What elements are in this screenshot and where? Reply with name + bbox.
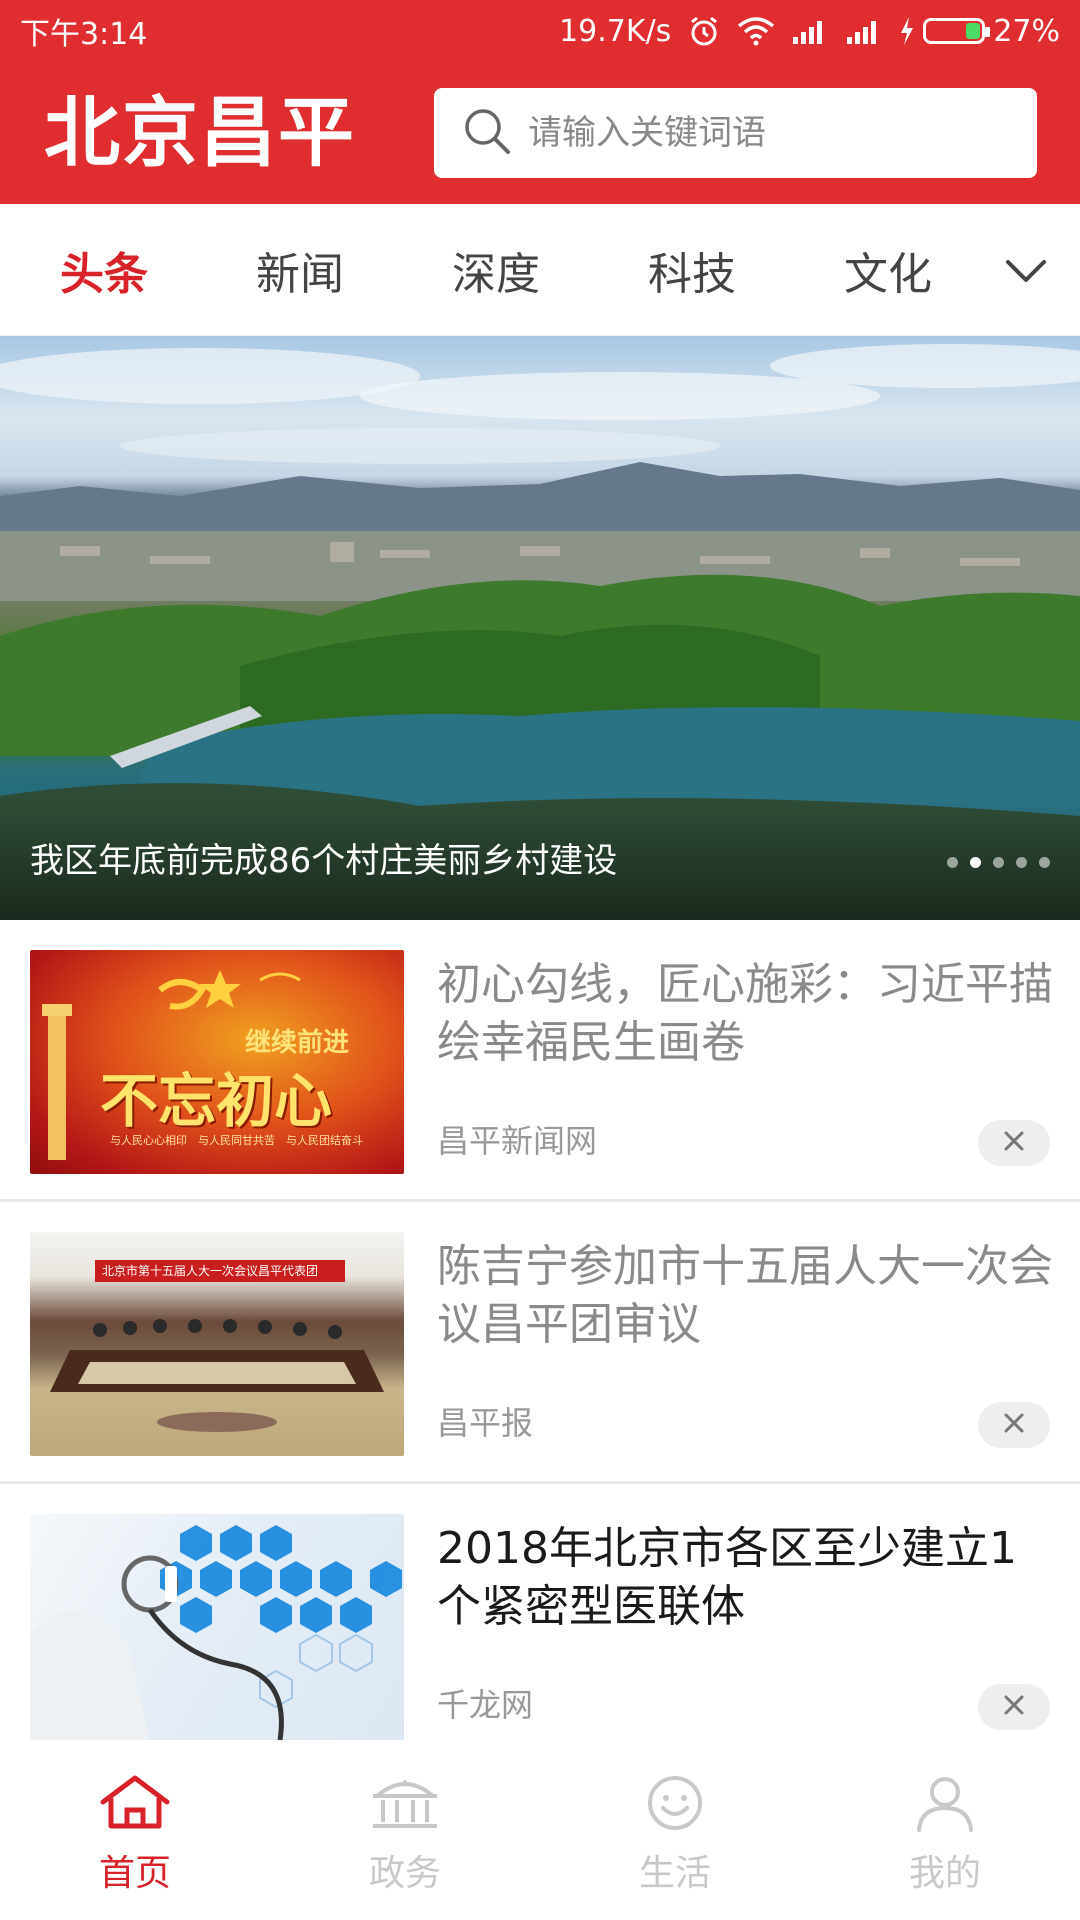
smile-icon [637, 1774, 713, 1836]
carousel-dot[interactable] [970, 857, 981, 868]
close-icon [1003, 1694, 1025, 1720]
carousel-dot[interactable] [947, 857, 958, 868]
news-title[interactable]: 陈吉宁参加市十五届人大一次会议昌平团审议 [437, 1238, 1057, 1354]
home-icon [97, 1774, 173, 1836]
nav-government[interactable]: 政务 [270, 1740, 540, 1920]
nav-me[interactable]: 我的 [810, 1740, 1080, 1920]
dismiss-button[interactable] [978, 1402, 1050, 1448]
category-tabs: 头条 新闻 深度 科技 文化 [0, 204, 1080, 336]
search-bar[interactable] [434, 88, 1037, 178]
news-item[interactable]: 2018年北京市各区至少建立1个紧密型医联体 千龙网 [0, 1484, 1080, 1740]
tab-depth[interactable]: 深度 [398, 238, 594, 302]
news-thumbnail: 继续前进 不忘初心 与人民心心相印 与人民同甘共苦 与人民团结奋斗 [30, 950, 404, 1174]
bottom-nav: 首页 政务 生活 我的 [0, 1740, 1080, 1920]
close-icon [1003, 1412, 1025, 1438]
app-header: 北京昌平 [0, 62, 1080, 204]
search-icon [462, 106, 512, 160]
nav-life[interactable]: 生活 [540, 1740, 810, 1920]
battery-level [966, 23, 981, 39]
banner-caption[interactable]: 我区年底前完成86个村庄美丽乡村建设 [30, 833, 617, 882]
nav-home[interactable]: 首页 [0, 1740, 270, 1920]
charging-icon [899, 16, 915, 46]
nav-label: 生活 [638, 1853, 711, 1894]
government-icon [367, 1774, 443, 1836]
status-bar: 下午3:14 19.7K/s 27% [0, 0, 1080, 62]
news-title[interactable]: 初心勾线，匠心施彩：习近平描绘幸福民生画卷 [437, 956, 1057, 1072]
thumb-caption-main: 不忘初心 [100, 1067, 333, 1135]
thumb-caption-small: 与人民心心相印 与人民同甘共苦 与人民团结奋斗 [110, 1134, 363, 1147]
tab-news[interactable]: 新闻 [202, 238, 398, 302]
chevron-down-icon[interactable] [1002, 246, 1050, 294]
network-speed: 19.7K/s [559, 13, 672, 49]
alarm-icon [687, 14, 721, 48]
user-icon [907, 1774, 983, 1836]
nav-label: 我的 [908, 1853, 981, 1894]
dismiss-button[interactable] [978, 1684, 1050, 1730]
tab-headlines[interactable]: 头条 [6, 238, 202, 302]
news-thumbnail [30, 1514, 404, 1740]
battery-icon [923, 18, 991, 44]
news-source: 昌平报 [437, 1404, 534, 1442]
tab-tech[interactable]: 科技 [594, 238, 790, 302]
news-title[interactable]: 2018年北京市各区至少建立1个紧密型医联体 [437, 1520, 1057, 1636]
news-item[interactable]: 继续前进 不忘初心 与人民心心相印 与人民同甘共苦 与人民团结奋斗 初心勾线，匠… [0, 920, 1080, 1202]
nav-label: 首页 [98, 1853, 171, 1894]
news-item[interactable]: 北京市第十五届人大一次会议昌平代表团 陈吉宁参加市十五届人大一次会议昌平团审议 … [0, 1202, 1080, 1484]
carousel-dot[interactable] [1039, 857, 1050, 868]
signal-icon [791, 17, 829, 45]
wifi-icon [737, 16, 775, 46]
banner-carousel[interactable]: 我区年底前完成86个村庄美丽乡村建设 [0, 336, 1080, 920]
status-right: 19.7K/s 27% [559, 14, 1060, 49]
news-source: 千龙网 [437, 1686, 534, 1724]
nav-label: 政务 [368, 1853, 441, 1894]
news-thumbnail: 北京市第十五届人大一次会议昌平代表团 [30, 1232, 404, 1456]
tab-culture[interactable]: 文化 [790, 238, 986, 302]
battery-indicator: 27% [899, 14, 1060, 49]
search-input[interactable] [528, 113, 1009, 153]
signal-icon [845, 17, 883, 45]
status-left: 下午3:14 [20, 9, 147, 53]
carousel-dot[interactable] [993, 857, 1004, 868]
status-time: 下午3:14 [20, 17, 148, 52]
battery-percent: 27% [993, 13, 1060, 49]
app-logo: 北京昌平 [44, 88, 356, 177]
carousel-dot[interactable] [1016, 857, 1027, 868]
news-source: 昌平新闻网 [437, 1122, 598, 1160]
close-icon [1003, 1130, 1025, 1156]
carousel-indicator [947, 857, 1050, 868]
dismiss-button[interactable] [978, 1120, 1050, 1166]
